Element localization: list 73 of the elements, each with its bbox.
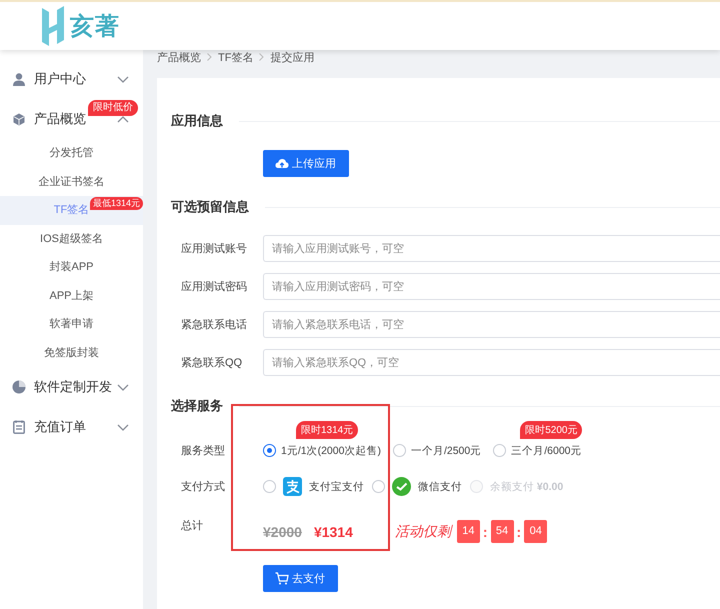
countdown-separator: : <box>516 524 522 540</box>
chevron-down-icon <box>117 384 129 390</box>
menu-item[interactable]: 用户中心 <box>0 59 143 99</box>
alipay-icon <box>283 477 302 496</box>
menu-label: 软件定制开发 <box>34 378 113 396</box>
breadcrumb-item: 提交应用 <box>270 50 314 64</box>
option-label[interactable]: 1元/1次(2000次起售) <box>281 444 381 458</box>
chevron-up-icon <box>117 116 129 122</box>
field-label: 紧急联系QQ <box>180 356 244 370</box>
promo-badge: 限时低价 <box>88 100 138 116</box>
field-label: 服务类型 <box>180 444 226 458</box>
chevron-right-icon <box>259 53 264 61</box>
radio-button[interactable] <box>372 480 385 493</box>
payment-option-label[interactable]: 支付宝支付 <box>309 480 364 494</box>
upload-button[interactable]: 上传应用 <box>263 150 349 177</box>
radio-button[interactable] <box>263 444 276 457</box>
pie-chart-icon <box>12 380 26 394</box>
promo-badge: 最低1314元 <box>90 197 144 210</box>
breadcrumb-item[interactable]: 产品概览 <box>157 50 201 64</box>
option-label[interactable]: 一个月/2500元 <box>410 444 482 458</box>
submenu-item[interactable]: 免签版封装 <box>0 338 143 367</box>
submenu-item[interactable]: TF签名 最低1314元 <box>0 196 143 224</box>
field-label: 应用测试账号 <box>180 242 248 256</box>
chevron-down-icon <box>117 424 129 430</box>
promo-badge: 限时5200元 <box>520 420 582 438</box>
countdown-digit: 04 <box>524 520 548 543</box>
section-title: 可选预留信息 <box>171 198 249 216</box>
input-field[interactable]: 请输入紧急联系电话，可空 <box>263 311 720 338</box>
countdown-digit: 54 <box>490 520 514 543</box>
submenu-item[interactable]: APP上架 <box>0 282 143 310</box>
countdown-digit: 14 <box>456 520 480 543</box>
logo-text: 亥著 <box>70 12 120 42</box>
original-price: ¥2000 <box>263 524 302 540</box>
menu-item[interactable]: 产品概览 限时低价 <box>0 99 143 139</box>
input-field[interactable]: 请输入应用测试密码，可空 <box>263 273 720 300</box>
wechat-pay-icon <box>392 477 411 496</box>
cube-icon <box>12 112 26 126</box>
radio-button[interactable] <box>392 444 406 457</box>
sale-price: ¥1314 <box>314 524 353 540</box>
menu-label: 用户中心 <box>34 70 87 88</box>
field-label: 支付方式 <box>180 480 226 494</box>
payment-option-label: 余额支付 ¥0.00 <box>490 480 564 494</box>
field-label: 应用测试密码 <box>180 280 248 294</box>
option-label[interactable]: 三个月/6000元 <box>511 444 582 458</box>
submenu-item[interactable]: IOS超级签名 <box>0 224 143 253</box>
chevron-right-icon <box>207 53 212 61</box>
section-title: 应用信息 <box>171 112 223 130</box>
chevron-down-icon <box>117 76 129 82</box>
pay-button[interactable]: 去支付 <box>263 565 338 592</box>
input-field[interactable]: 请输入应用测试账号，可空 <box>263 235 720 262</box>
menu-label: 充值订单 <box>34 418 87 436</box>
menu-label: 产品概览 <box>34 110 87 128</box>
menu-item[interactable]: 软件定制开发 <box>0 367 143 407</box>
field-label: 总计 <box>180 519 204 533</box>
clipboard-icon <box>12 420 26 434</box>
promo-badge: 限时1314元 <box>296 420 358 438</box>
radio-button[interactable] <box>263 480 276 493</box>
breadcrumb-item[interactable]: TF签名 <box>218 50 254 64</box>
submenu-item[interactable]: 软著申请 <box>0 310 143 338</box>
submenu-item[interactable]: 企业证书签名 <box>0 168 143 196</box>
field-label: 紧急联系电话 <box>180 318 248 332</box>
countdown-separator: : <box>482 524 488 540</box>
radio-button[interactable] <box>493 444 506 457</box>
cart-icon <box>275 572 289 585</box>
countdown-label: 活动仅剩 <box>394 522 451 540</box>
payment-option-label[interactable]: 微信支付 <box>418 480 462 494</box>
submenu-item[interactable]: 分发托管 <box>0 139 143 168</box>
menu-item[interactable]: 充值订单 <box>0 407 143 447</box>
user-icon <box>12 72 26 86</box>
section-title: 选择服务 <box>171 397 223 415</box>
input-field[interactable]: 请输入紧急联系QQ，可空 <box>263 349 720 376</box>
cloud-upload-icon <box>275 158 289 169</box>
submenu-item[interactable]: 封装APP <box>0 253 143 282</box>
